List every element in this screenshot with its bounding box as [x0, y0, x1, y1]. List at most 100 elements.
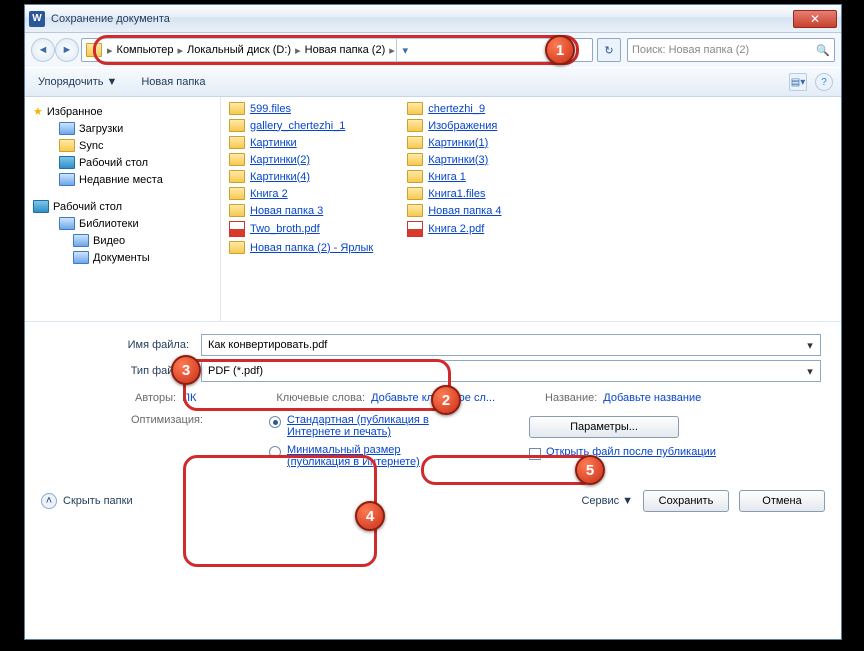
- documents-icon: [73, 251, 89, 264]
- folder-icon: [407, 170, 423, 183]
- sidebar-item-sync[interactable]: Sync: [29, 137, 216, 154]
- chevron-down-icon[interactable]: ▾: [802, 363, 818, 379]
- hide-folders-button[interactable]: ˄ Скрыть папки: [41, 493, 133, 509]
- file-item[interactable]: Картинки(2): [227, 152, 375, 167]
- file-item[interactable]: 599.files: [227, 101, 375, 116]
- nav-forward-button[interactable]: ►: [55, 38, 79, 62]
- filename-input[interactable]: Как конвертировать.pdf▾: [201, 334, 821, 356]
- file-item[interactable]: chertezhi_9: [405, 101, 503, 116]
- folder-icon: [407, 136, 423, 149]
- toolbar: Упорядочить ▼ Новая папка ▤▾ ?: [25, 67, 841, 97]
- file-item[interactable]: Two_broth.pdf: [227, 220, 375, 238]
- folder-icon: [59, 139, 75, 152]
- pdf-icon: [407, 221, 423, 237]
- file-item[interactable]: Новая папка 3: [227, 203, 375, 218]
- file-item[interactable]: Новая папка (2) - Ярлык: [227, 240, 375, 255]
- file-item[interactable]: Изображения: [405, 118, 503, 133]
- address-bar[interactable]: ▸ Компьютер▸ Локальный диск (D:)▸ Новая …: [81, 38, 593, 62]
- filetype-select[interactable]: PDF (*.pdf)▾: [201, 360, 821, 382]
- file-item[interactable]: Книга1.files: [405, 186, 503, 201]
- folder-icon: [229, 102, 245, 115]
- sidebar-favorites[interactable]: ★Избранное: [29, 103, 216, 120]
- doc-title-value[interactable]: Добавьте название: [603, 392, 701, 404]
- filename-label: Имя файла:: [45, 339, 195, 351]
- sidebar-item-recent[interactable]: Недавние места: [29, 171, 216, 188]
- cancel-button[interactable]: Отмена: [739, 490, 825, 512]
- radio-minimal[interactable]: Минимальный размер (публикация в Интерне…: [269, 444, 489, 468]
- folder-icon: [407, 204, 423, 217]
- search-placeholder: Поиск: Новая папка (2): [632, 44, 749, 56]
- folder-icon: [229, 136, 245, 149]
- window-title: Сохранение документа: [51, 13, 170, 25]
- libraries-icon: [59, 217, 75, 230]
- sidebar-item-downloads[interactable]: Загрузки: [29, 120, 216, 137]
- file-item[interactable]: Картинки: [227, 135, 375, 150]
- chevron-up-icon: ˄: [41, 493, 57, 509]
- file-name: Картинки(1): [428, 137, 488, 149]
- file-item[interactable]: Книга 2.pdf: [405, 220, 503, 238]
- sidebar-item-documents[interactable]: Документы: [29, 249, 216, 266]
- navbar: ◄ ► ▸ Компьютер▸ Локальный диск (D:)▸ Но…: [25, 33, 841, 67]
- folder-icon: [407, 102, 423, 115]
- keywords-label: Ключевые слова:: [276, 392, 365, 404]
- file-name: Новая папка (2) - Ярлык: [250, 242, 373, 254]
- folder-icon: [229, 170, 245, 183]
- sidebar-item-video[interactable]: Видео: [29, 232, 216, 249]
- checkbox-icon: [529, 448, 541, 460]
- organize-button[interactable]: Упорядочить ▼: [33, 73, 122, 91]
- options-button[interactable]: Параметры...: [529, 416, 679, 438]
- recent-icon: [59, 173, 75, 186]
- radio-standard[interactable]: Стандартная (публикация в Интернете и пе…: [269, 414, 489, 438]
- folder-icon: [229, 204, 245, 217]
- file-name: Новая папка 4: [428, 205, 501, 217]
- radio-icon: [269, 416, 281, 428]
- nav-back-button[interactable]: ◄: [31, 38, 55, 62]
- checkbox-open-after[interactable]: Открыть файл после публикации: [529, 446, 716, 460]
- video-icon: [73, 234, 89, 247]
- breadcrumb-seg[interactable]: Локальный диск (D:): [184, 44, 294, 56]
- refresh-button[interactable]: ↻: [597, 38, 621, 62]
- sidebar: ★Избранное Загрузки Sync Рабочий стол Не…: [25, 97, 221, 321]
- search-input[interactable]: Поиск: Новая папка (2) 🔍: [627, 38, 835, 62]
- close-button[interactable]: ✕: [793, 10, 837, 28]
- file-item[interactable]: Книга 2: [227, 186, 375, 201]
- address-dropdown[interactable]: ▾: [396, 39, 414, 61]
- file-name: Книга 1: [428, 171, 466, 183]
- badge-1: 1: [545, 35, 575, 65]
- badge-4: 4: [355, 501, 385, 531]
- new-folder-button[interactable]: Новая папка: [136, 73, 210, 91]
- breadcrumb-seg[interactable]: Компьютер: [114, 44, 177, 56]
- folder-icon: [229, 187, 245, 200]
- file-item[interactable]: Картинки(4): [227, 169, 375, 184]
- breadcrumb-seg[interactable]: Новая папка (2): [302, 44, 389, 56]
- pdf-icon: [229, 221, 245, 237]
- folder-icon: [229, 119, 245, 132]
- view-options-button[interactable]: ▤▾: [789, 73, 807, 91]
- file-item[interactable]: Новая папка 4: [405, 203, 503, 218]
- file-item[interactable]: gallery_chertezhi_1: [227, 118, 375, 133]
- file-item[interactable]: Картинки(1): [405, 135, 503, 150]
- desktop-icon: [33, 200, 49, 213]
- service-button[interactable]: Сервис▼: [581, 495, 633, 507]
- sidebar-libraries[interactable]: Библиотеки: [29, 215, 216, 232]
- chevron-down-icon[interactable]: ▾: [802, 337, 818, 353]
- file-name: Картинки(2): [250, 154, 310, 166]
- save-button[interactable]: Сохранить: [643, 490, 729, 512]
- authors-value[interactable]: ПК: [182, 392, 196, 404]
- file-name: Новая папка 3: [250, 205, 323, 217]
- footer: ˄ Скрыть папки Сервис▼ Сохранить Отмена: [25, 480, 841, 526]
- radio-icon: [269, 446, 281, 458]
- folder-icon: [407, 153, 423, 166]
- file-name: Книга1.files: [428, 188, 485, 200]
- sidebar-item-desktop[interactable]: Рабочий стол: [29, 154, 216, 171]
- save-dialog: W Сохранение документа ✕ ◄ ► ▸ Компьютер…: [24, 4, 842, 640]
- file-item[interactable]: Книга 1: [405, 169, 503, 184]
- help-button[interactable]: ?: [815, 73, 833, 91]
- badge-5: 5: [575, 455, 605, 485]
- file-item[interactable]: Картинки(3): [405, 152, 503, 167]
- file-name: 599.files: [250, 103, 291, 115]
- file-name: Книга 2: [250, 188, 288, 200]
- optimization-label: Оптимизация:: [113, 414, 209, 426]
- badge-3: 3: [171, 355, 201, 385]
- sidebar-desktop-group[interactable]: Рабочий стол: [29, 198, 216, 215]
